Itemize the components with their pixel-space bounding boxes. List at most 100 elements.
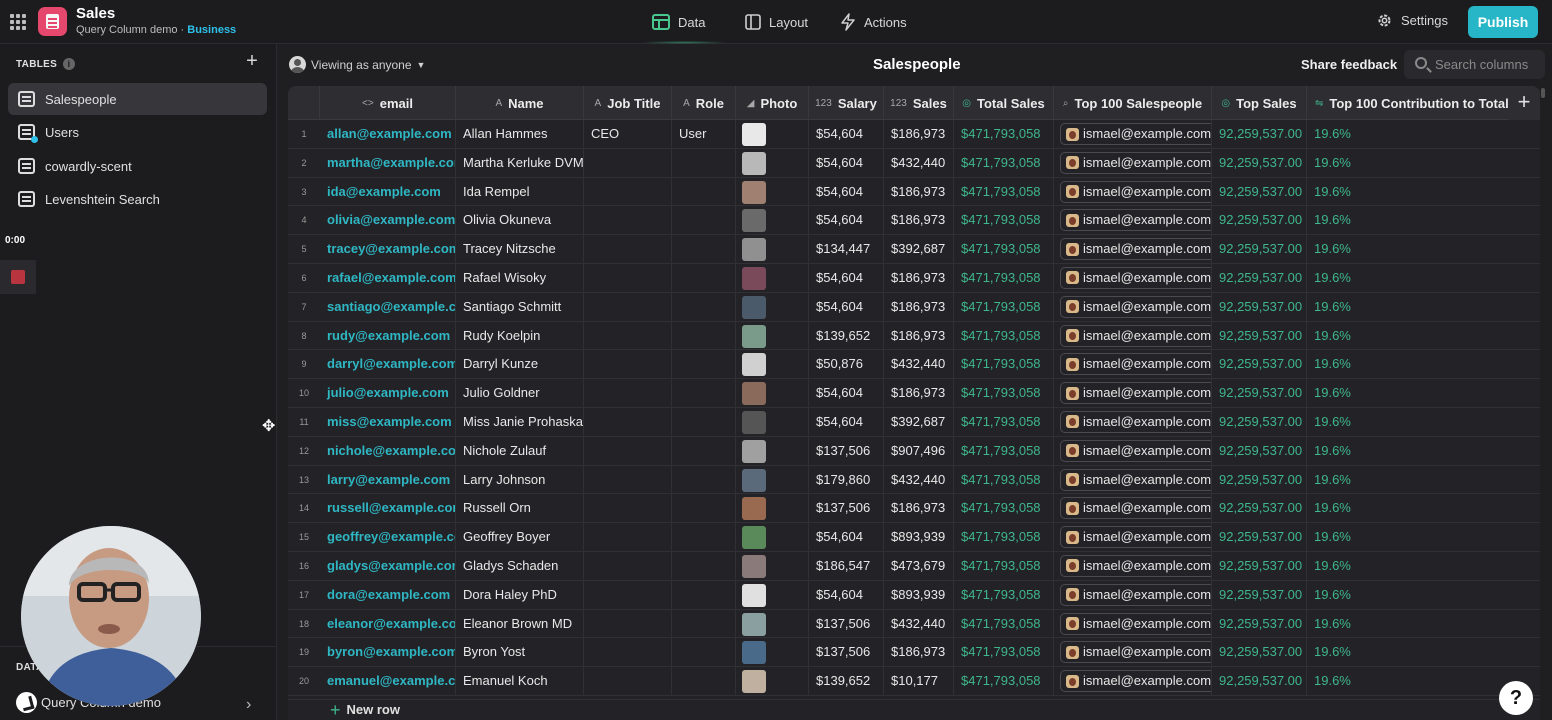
- contribution-cell[interactable]: 19.6%: [1307, 350, 1540, 379]
- role-cell[interactable]: [672, 263, 736, 293]
- total-sales-cell[interactable]: $471,793,058: [954, 667, 1054, 696]
- name-cell[interactable]: Dora Haley PhD: [456, 580, 584, 610]
- contribution-cell[interactable]: 19.6%: [1307, 206, 1540, 235]
- table-row[interactable]: 15 geoffrey@example.comGeoffrey Boyer $54,…: [288, 523, 1540, 552]
- top-100-salespeople-cell[interactable]: ismael@example.com: [1054, 292, 1212, 322]
- sales-cell[interactable]: $186,973: [884, 120, 954, 149]
- photo-thumbnail[interactable]: [742, 151, 766, 175]
- role-cell[interactable]: [672, 551, 736, 581]
- table-row[interactable]: 10 julio@example.com Julio Goldner $54,604 $…: [288, 379, 1540, 408]
- photo-thumbnail[interactable]: [742, 295, 766, 319]
- name-cell[interactable]: Olivia Okuneva: [456, 206, 584, 236]
- role-cell[interactable]: [672, 407, 736, 437]
- photo-cell[interactable]: [736, 148, 809, 178]
- photo-cell[interactable]: [736, 206, 809, 236]
- photo-thumbnail[interactable]: [742, 324, 766, 348]
- name-cell[interactable]: Nichole Zulauf: [456, 436, 584, 466]
- name-cell[interactable]: Gladys Schaden: [456, 551, 584, 581]
- table-row[interactable]: 17 dora@example.com Dora Haley PhD $54,604 $…: [288, 580, 1540, 610]
- total-sales-cell[interactable]: $471,793,058: [954, 235, 1054, 264]
- app-logo[interactable]: [38, 7, 67, 36]
- sales-cell[interactable]: $392,687: [884, 235, 954, 264]
- job-title-cell[interactable]: [584, 206, 672, 236]
- job-title-cell[interactable]: [584, 551, 672, 581]
- table-row[interactable]: 6 rafael@example.com Rafael Wisoky $54,604 $…: [288, 263, 1540, 293]
- email-cell[interactable]: rafael@example.com: [320, 263, 456, 293]
- name-cell[interactable]: Martha Kerluke DVM: [456, 148, 584, 178]
- role-cell[interactable]: [672, 436, 736, 466]
- photo-cell[interactable]: [736, 350, 809, 380]
- contribution-cell[interactable]: 19.6%: [1307, 494, 1540, 523]
- sales-cell[interactable]: $432,440: [884, 148, 954, 178]
- job-title-cell[interactable]: [584, 436, 672, 466]
- top-sales-cell[interactable]: 92,259,537.00: [1212, 580, 1307, 610]
- name-cell[interactable]: Byron Yost: [456, 638, 584, 668]
- add-column-button[interactable]: +: [1508, 86, 1540, 120]
- sales-cell[interactable]: $893,939: [884, 523, 954, 552]
- role-cell[interactable]: [672, 206, 736, 236]
- photo-cell[interactable]: [736, 551, 809, 581]
- column-header-top-100-salespeople[interactable]: ⌕ Top 100 Salespeople: [1054, 86, 1212, 120]
- relation-pill[interactable]: ismael@example.com: [1060, 353, 1211, 376]
- top-100-salespeople-cell[interactable]: ismael@example.com: [1054, 638, 1212, 668]
- relation-pill[interactable]: ismael@example.com: [1060, 266, 1211, 289]
- salary-cell[interactable]: $54,604: [809, 379, 884, 408]
- name-cell[interactable]: Larry Johnson: [456, 465, 584, 495]
- top-sales-cell[interactable]: 92,259,537.00: [1212, 667, 1307, 696]
- column-header-role[interactable]: A Role: [672, 86, 736, 120]
- job-title-cell[interactable]: [584, 235, 672, 264]
- photo-thumbnail[interactable]: [742, 468, 766, 492]
- name-cell[interactable]: Tracey Nitzsche: [456, 235, 584, 264]
- email-cell[interactable]: miss@example.com: [320, 407, 456, 437]
- table-row[interactable]: 12 nichole@example.com Nichole Zulauf $137,…: [288, 436, 1540, 466]
- table-row[interactable]: 9 darryl@example.com Darryl Kunze $50,876 $4…: [288, 350, 1540, 380]
- new-row-button[interactable]: + New row: [330, 701, 400, 719]
- relation-pill[interactable]: ismael@example.com: [1060, 641, 1211, 664]
- sales-cell[interactable]: $186,973: [884, 638, 954, 668]
- email-cell[interactable]: byron@example.com: [320, 638, 456, 668]
- job-title-cell[interactable]: [584, 148, 672, 178]
- role-cell[interactable]: [672, 148, 736, 178]
- job-title-cell[interactable]: [584, 609, 672, 639]
- job-title-cell[interactable]: [584, 523, 672, 552]
- table-row[interactable]: 19 byron@example.com Byron Yost $137,506 $18…: [288, 638, 1540, 668]
- role-cell[interactable]: [672, 321, 736, 351]
- job-title-cell[interactable]: [584, 638, 672, 668]
- column-header-name[interactable]: A Name: [456, 86, 584, 120]
- stop-recording-button[interactable]: [0, 260, 36, 294]
- contribution-cell[interactable]: 19.6%: [1307, 293, 1540, 322]
- name-cell[interactable]: Santiago Schmitt: [456, 292, 584, 322]
- name-cell[interactable]: Emanuel Koch: [456, 667, 584, 696]
- photo-cell[interactable]: [736, 580, 809, 610]
- photo-cell[interactable]: [736, 436, 809, 466]
- column-header-job-title[interactable]: A Job Title: [584, 86, 672, 120]
- relation-pill[interactable]: ismael@example.com: [1060, 526, 1211, 549]
- email-cell[interactable]: martha@example.com: [320, 148, 456, 178]
- job-title-cell[interactable]: [584, 494, 672, 524]
- name-cell[interactable]: Ida Rempel: [456, 177, 584, 207]
- sales-cell[interactable]: $392,687: [884, 407, 954, 437]
- photo-thumbnail[interactable]: [742, 209, 766, 233]
- sales-cell[interactable]: $186,973: [884, 177, 954, 207]
- job-title-cell[interactable]: [584, 407, 672, 437]
- total-sales-cell[interactable]: $471,793,058: [954, 148, 1054, 178]
- column-header-sales[interactable]: 123 Sales: [884, 86, 954, 120]
- sidebar-item-cowardly-scent[interactable]: cowardly-scent: [8, 150, 267, 182]
- column-header-email[interactable]: <> email: [320, 86, 456, 120]
- contribution-cell[interactable]: 19.6%: [1307, 466, 1540, 495]
- viewing-as-selector[interactable]: Viewing as anyone ▼: [289, 56, 425, 73]
- role-cell[interactable]: [672, 292, 736, 322]
- info-icon[interactable]: i: [63, 58, 76, 70]
- role-cell[interactable]: [672, 609, 736, 639]
- salary-cell[interactable]: $179,860: [809, 465, 884, 495]
- sales-cell[interactable]: $186,973: [884, 206, 954, 236]
- sales-cell[interactable]: $893,939: [884, 580, 954, 610]
- photo-thumbnail[interactable]: [742, 410, 766, 434]
- top-100-salespeople-cell[interactable]: ismael@example.com: [1054, 551, 1212, 581]
- top-100-salespeople-cell[interactable]: ismael@example.com: [1054, 407, 1212, 437]
- sales-cell[interactable]: $186,973: [884, 321, 954, 351]
- total-sales-cell[interactable]: $471,793,058: [954, 407, 1054, 437]
- job-title-cell[interactable]: [584, 379, 672, 408]
- photo-thumbnail[interactable]: [742, 180, 766, 204]
- photo-thumbnail[interactable]: [742, 238, 766, 262]
